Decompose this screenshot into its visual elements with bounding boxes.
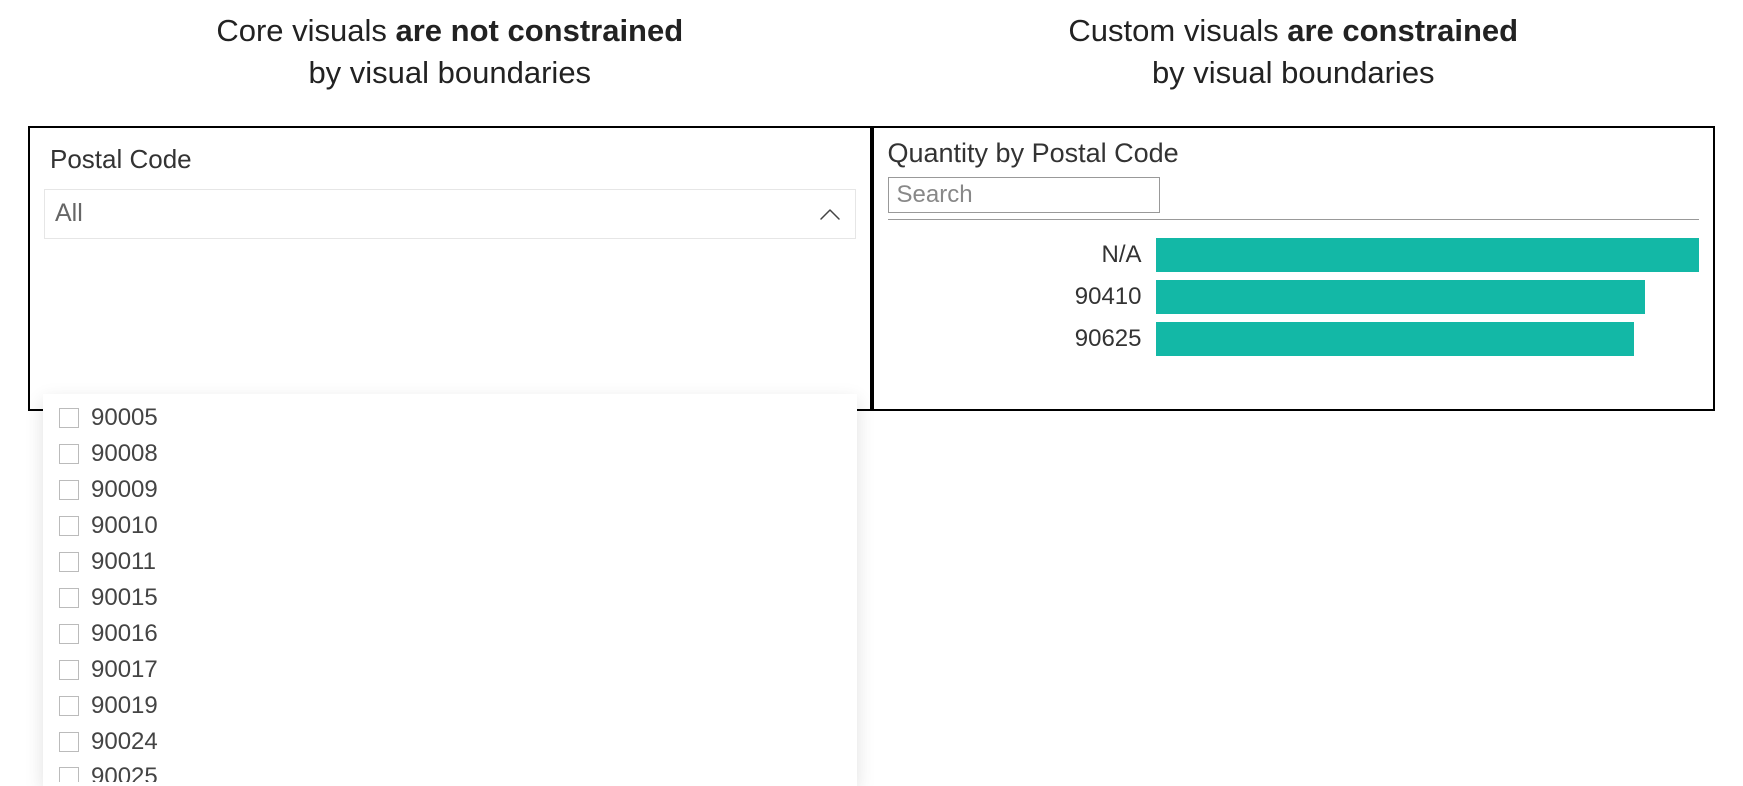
bar-label: 90625 <box>888 325 1146 353</box>
option-label: 90011 <box>91 548 156 576</box>
bar-chart: N/A 90410 90625 <box>874 230 1714 360</box>
bar-track <box>1156 322 1700 356</box>
search-box[interactable] <box>888 177 1160 213</box>
bar-fill <box>1156 238 1700 272</box>
checkbox-icon[interactable] <box>59 588 79 608</box>
bar-fill <box>1156 322 1634 356</box>
checkbox-icon[interactable] <box>59 767 79 782</box>
option-label: 90009 <box>91 476 158 504</box>
bar-fill <box>1156 280 1645 314</box>
bar-row[interactable]: 90625 <box>888 318 1700 360</box>
slicer-selected-value: All <box>55 199 83 228</box>
list-item[interactable]: 90019 <box>43 688 857 724</box>
slicer-title: Postal Code <box>30 128 870 183</box>
slicer-dropdown-list[interactable]: 90005 90008 90009 90010 90011 90015 <box>43 394 857 786</box>
list-item[interactable]: 90025 <box>43 760 857 782</box>
custom-visual-title: Quantity by Postal Code <box>874 128 1714 173</box>
list-item[interactable]: 90017 <box>43 652 857 688</box>
option-label: 90008 <box>91 440 158 468</box>
right-heading-bold: are constrained <box>1287 13 1518 48</box>
option-label: 90016 <box>91 620 158 648</box>
bar-label: 90410 <box>888 283 1146 311</box>
list-item[interactable]: 90008 <box>43 436 857 472</box>
checkbox-icon[interactable] <box>59 516 79 536</box>
bar-row[interactable]: 90410 <box>888 276 1700 318</box>
option-label: 90005 <box>91 404 158 432</box>
option-label: 90015 <box>91 584 158 612</box>
left-heading-prefix: Core visuals <box>216 13 395 48</box>
bar-track <box>1156 238 1700 272</box>
checkbox-icon[interactable] <box>59 552 79 572</box>
checkbox-icon[interactable] <box>59 480 79 500</box>
custom-visual-frame: Quantity by Postal Code N/A 90410 90625 <box>872 126 1716 411</box>
list-item[interactable]: 90010 <box>43 508 857 544</box>
right-heading: Custom visuals are constrained by visual… <box>872 10 1716 94</box>
option-label: 90024 <box>91 728 158 756</box>
option-label: 90017 <box>91 656 158 684</box>
bar-label: N/A <box>888 241 1146 269</box>
checkbox-icon[interactable] <box>59 444 79 464</box>
search-input[interactable] <box>897 181 1151 209</box>
divider <box>888 219 1700 220</box>
left-heading-line2: by visual boundaries <box>48 52 852 94</box>
list-item[interactable]: 90016 <box>43 616 857 652</box>
list-item[interactable]: 90024 <box>43 724 857 760</box>
list-item[interactable]: 90015 <box>43 580 857 616</box>
checkbox-icon[interactable] <box>59 408 79 428</box>
list-item[interactable]: 90009 <box>43 472 857 508</box>
core-visual-frame: Postal Code All <box>28 126 872 411</box>
list-item[interactable]: 90011 <box>43 544 857 580</box>
checkbox-icon[interactable] <box>59 696 79 716</box>
option-label: 90025 <box>91 763 158 782</box>
checkbox-icon[interactable] <box>59 624 79 644</box>
checkbox-icon[interactable] <box>59 732 79 752</box>
bar-track <box>1156 280 1700 314</box>
bar-row[interactable]: N/A <box>888 234 1700 276</box>
right-heading-prefix: Custom visuals <box>1068 13 1287 48</box>
option-label: 90010 <box>91 512 158 540</box>
right-heading-line2: by visual boundaries <box>892 52 1696 94</box>
checkbox-icon[interactable] <box>59 660 79 680</box>
chevron-up-icon <box>819 203 841 225</box>
slicer-dropdown-header[interactable]: All <box>44 189 856 239</box>
left-heading-bold: are not constrained <box>396 13 684 48</box>
option-label: 90019 <box>91 692 158 720</box>
list-item[interactable]: 90005 <box>43 400 857 436</box>
left-heading: Core visuals are not constrained by visu… <box>28 10 872 94</box>
